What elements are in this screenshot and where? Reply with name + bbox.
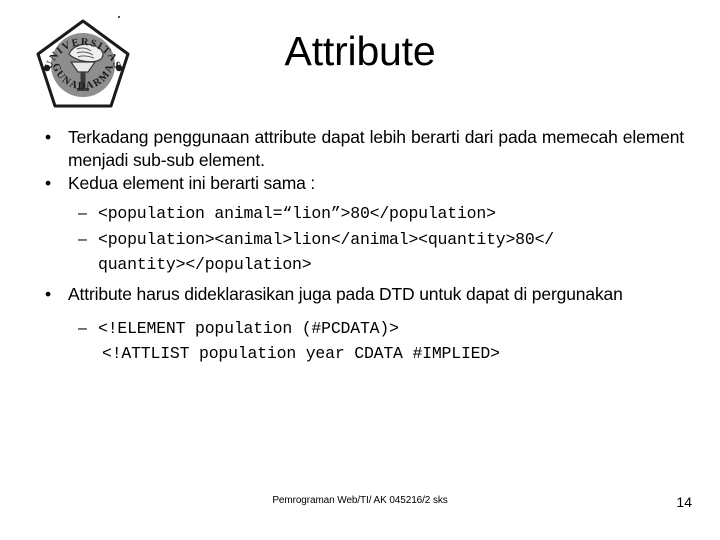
logo-speck-artifact xyxy=(118,16,120,18)
dash-marker: – xyxy=(78,204,87,222)
page-number: 14 xyxy=(676,494,692,510)
footer-course-label: Pemrograman Web/TI/ AK 045216/2 sks xyxy=(272,495,448,506)
bullet-text: Attribute harus dideklarasikan juga pada… xyxy=(68,283,623,304)
bullet-marker: • xyxy=(45,173,51,193)
code-bullet-item: – <population animal=“lion”>80</populati… xyxy=(36,201,684,226)
code-bullet-item: – <!ELEMENT population (#PCDATA)> <!ATTL… xyxy=(36,316,684,366)
code-text: <!ELEMENT population (#PCDATA)> xyxy=(98,319,399,338)
code-bullet-item: – <population><animal>lion</animal><quan… xyxy=(36,227,684,277)
bullet-marker: • xyxy=(45,127,51,147)
bullet-text: Terkadang penggunaan attribute dapat leb… xyxy=(68,127,684,170)
code-text-continuation: quantity></population> xyxy=(98,254,312,274)
bullet-item: • Attribute harus dideklarasikan juga pa… xyxy=(36,283,684,306)
slide-body: • Terkadang penggunaan attribute dapat l… xyxy=(36,126,684,367)
bullet-text: Kedua element ini berarti sama : xyxy=(68,173,316,193)
bullet-item: • Terkadang penggunaan attribute dapat l… xyxy=(36,126,684,171)
dash-marker: – xyxy=(78,230,87,248)
code-text-continuation: <!ATTLIST population year CDATA #IMPLIED… xyxy=(102,344,500,363)
bullet-item: • Kedua element ini berarti sama : xyxy=(36,172,684,195)
bullet-marker: • xyxy=(45,283,51,304)
slide-canvas: UNIVERSITAS GUNADARMA Attribute • Terkad… xyxy=(0,0,720,540)
dash-marker: – xyxy=(78,320,87,337)
code-text: <population animal=“lion”>80</population… xyxy=(98,203,496,223)
code-text: <population><animal>lion</animal><quanti… xyxy=(98,229,554,249)
slide-title: Attribute xyxy=(284,28,436,74)
